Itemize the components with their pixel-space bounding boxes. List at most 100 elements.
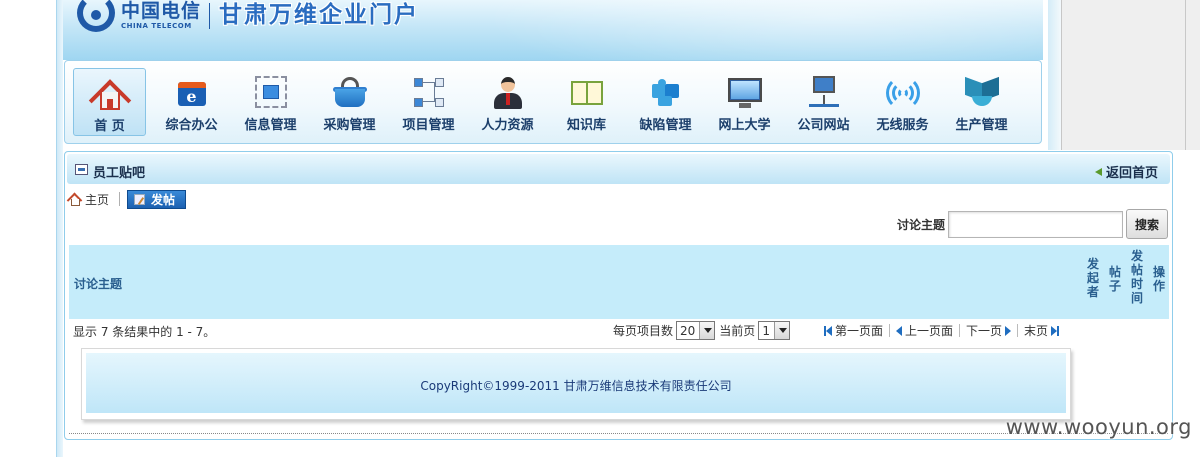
home-icon bbox=[88, 77, 131, 122]
per-page-value: 20 bbox=[680, 323, 696, 338]
nav-item-projects[interactable]: 项目管理 bbox=[389, 68, 468, 136]
next-page-icon bbox=[1005, 325, 1011, 336]
back-arrow-icon bbox=[1094, 168, 1102, 176]
new-post-button[interactable]: 发帖 bbox=[127, 189, 187, 209]
info-management-icon bbox=[253, 76, 289, 110]
puzzle-icon bbox=[648, 76, 684, 110]
logo-english-name: CHINA TELECOM bbox=[121, 22, 192, 30]
home-small-icon bbox=[66, 192, 83, 209]
current-page-label: 当前页 bbox=[719, 324, 756, 338]
prev-page-label: 上一页面 bbox=[904, 324, 953, 338]
column-posts[interactable]: 帖子 bbox=[1108, 265, 1122, 293]
new-post-label: 发帖 bbox=[151, 192, 176, 207]
logo-text: 中国电信 CHINA TELECOM bbox=[121, 0, 201, 31]
next-page-link[interactable]: 下一页 bbox=[966, 322, 1011, 339]
site-title: 甘肃万维企业门户 bbox=[219, 2, 420, 28]
breadcrumb-separator bbox=[119, 192, 121, 206]
nav-label: 采购管理 bbox=[323, 118, 376, 133]
breadcrumb-home-link[interactable]: 主页 bbox=[85, 191, 109, 208]
nav-label: 公司网站 bbox=[797, 118, 850, 133]
window-icon bbox=[75, 164, 88, 175]
next-page-label: 下一页 bbox=[965, 324, 1002, 338]
nav-item-knowledge-base[interactable]: 知识库 bbox=[547, 68, 626, 136]
nav-item-production[interactable]: 生产管理 bbox=[942, 68, 1021, 136]
header-glow bbox=[483, 0, 1043, 60]
logo-separator bbox=[209, 3, 211, 29]
nav-label: 综合办公 bbox=[165, 118, 218, 133]
monitor-icon bbox=[727, 76, 763, 110]
table-header: 讨论主题 发起者 帖子 发帖时间 操作 bbox=[69, 245, 1169, 319]
search-input[interactable] bbox=[948, 210, 1123, 238]
current-page-select[interactable]: 1 bbox=[758, 321, 790, 340]
nav-label: 知识库 bbox=[566, 118, 606, 133]
first-page-arrow bbox=[825, 325, 832, 336]
first-page-link[interactable]: 第一页面 bbox=[823, 322, 883, 339]
nav-label: 网上大学 bbox=[718, 118, 771, 133]
per-page-select[interactable]: 20 bbox=[676, 321, 716, 340]
right-divider bbox=[1185, 0, 1186, 150]
pager-separator bbox=[958, 324, 960, 337]
nav-label: 生产管理 bbox=[955, 118, 1008, 133]
book-icon bbox=[569, 76, 605, 110]
last-page-link[interactable]: 末页 bbox=[1024, 322, 1060, 339]
watermark: www.wooyun.org bbox=[1005, 415, 1192, 439]
network-computer-icon bbox=[806, 76, 842, 110]
last-page-icon bbox=[1057, 325, 1060, 336]
china-telecom-logo[interactable]: 中国电信 CHINA TELECOM 甘肃万维企业门户 bbox=[75, 0, 419, 34]
nav-item-home[interactable]: 首 页 bbox=[73, 68, 146, 136]
china-telecom-logo-icon bbox=[75, 0, 117, 34]
basket-icon bbox=[332, 76, 368, 110]
footer: CopyRight©1999-2011 甘肃万维信息技术有限责任公司 bbox=[81, 348, 1071, 420]
pager-separator bbox=[888, 324, 890, 337]
logo-chinese-name: 中国电信 bbox=[121, 0, 202, 22]
office-icon: e bbox=[174, 76, 210, 110]
page-links: 第一页面 上一页面 下一页 末页 bbox=[823, 322, 1060, 339]
panel-header: 员工贴吧 返回首页 bbox=[67, 154, 1170, 184]
flowchart-icon bbox=[411, 76, 447, 110]
search-button[interactable]: 搜索 bbox=[1126, 209, 1168, 239]
last-page-label: 末页 bbox=[1024, 324, 1049, 338]
chevron-down-icon bbox=[699, 322, 715, 339]
nav-label: 项目管理 bbox=[402, 118, 455, 133]
nav-label: 人力资源 bbox=[481, 118, 534, 133]
per-page-label: 每页项目数 bbox=[613, 324, 674, 338]
nav-item-procurement[interactable]: 采购管理 bbox=[310, 68, 389, 136]
nav-item-defects[interactable]: 缺陷管理 bbox=[626, 68, 705, 136]
column-actions[interactable]: 操作 bbox=[1152, 265, 1166, 293]
wireless-icon bbox=[885, 76, 921, 110]
back-link-label: 返回首页 bbox=[1105, 166, 1158, 181]
panel-title: 员工贴吧 bbox=[93, 166, 146, 181]
column-post-time[interactable]: 发帖时间 bbox=[1130, 249, 1144, 305]
current-page-value: 1 bbox=[762, 323, 770, 338]
pagination: 每页项目数 20 当前页 1 第一页面 上一页面 下一页 末页 bbox=[613, 321, 1060, 340]
forum-panel: 员工贴吧 返回首页 主页 发帖 讨论主题 搜索 讨论主题 发起者 帖子 发帖时间… bbox=[64, 151, 1173, 440]
search-label: 讨论主题 bbox=[896, 217, 945, 232]
column-author[interactable]: 发起者 bbox=[1086, 257, 1100, 299]
nav-item-office[interactable]: e 综合办公 bbox=[152, 68, 231, 136]
main-navigation: 首 页 e 综合办公 信息管理 采购管理 项目管理 人力资源 知识库 缺陷管理 … bbox=[64, 60, 1042, 144]
footer-inner: CopyRight©1999-2011 甘肃万维信息技术有限责任公司 bbox=[86, 353, 1066, 413]
first-page-label: 第一页面 bbox=[834, 324, 883, 338]
prev-page-link[interactable]: 上一页面 bbox=[895, 322, 953, 339]
nav-item-online-university[interactable]: 网上大学 bbox=[705, 68, 784, 136]
footer-divider bbox=[69, 433, 1168, 434]
nav-label: 缺陷管理 bbox=[639, 118, 692, 133]
back-to-home-link[interactable]: 返回首页 bbox=[1094, 162, 1158, 181]
page: 中国电信 CHINA TELECOM 甘肃万维企业门户 首 页 e 综合办公 信… bbox=[0, 0, 1200, 457]
nav-label: 信息管理 bbox=[244, 118, 297, 133]
right-edge bbox=[1048, 0, 1062, 150]
nav-item-company-website[interactable]: 公司网站 bbox=[784, 68, 863, 136]
nav-label: 首 页 bbox=[94, 119, 125, 134]
production-icon bbox=[964, 76, 1000, 110]
edit-icon bbox=[134, 193, 146, 205]
nav-item-wireless[interactable]: 无线服务 bbox=[863, 68, 942, 136]
breadcrumb: 主页 发帖 bbox=[66, 189, 187, 209]
nav-item-info-management[interactable]: 信息管理 bbox=[231, 68, 310, 136]
pager-separator bbox=[1017, 324, 1018, 337]
right-background bbox=[1048, 0, 1200, 150]
nav-item-hr[interactable]: 人力资源 bbox=[468, 68, 547, 136]
column-topic[interactable]: 讨论主题 bbox=[74, 275, 122, 292]
search-bar: 讨论主题 搜索 bbox=[897, 209, 1168, 239]
result-summary: 显示 7 条结果中的 1 - 7。 bbox=[73, 325, 216, 339]
left-border-strip bbox=[56, 0, 63, 457]
